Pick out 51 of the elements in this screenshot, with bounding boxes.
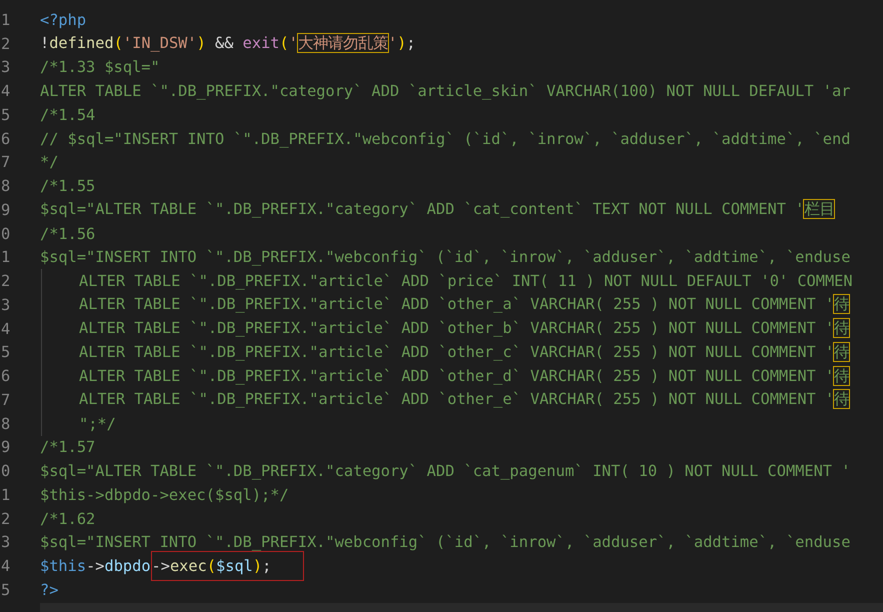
line-number: 2 xyxy=(0,510,12,528)
code-line: ALTER TABLE `".DB_PREFIX."article` ADD `other_b` VARCHAR( 255 ) NOT NULL COMMENT '待 xyxy=(79,318,850,340)
code-line: /*1.54 xyxy=(40,106,96,124)
code-line: ALTER TABLE `".DB_PREFIX."article` ADD `other_d` VARCHAR( 255 ) NOT NULL COMMENT '待 xyxy=(79,366,850,387)
line-number: 5 xyxy=(0,343,12,362)
code-line: /*1.57 xyxy=(40,438,96,456)
line-number: 6 xyxy=(0,367,12,386)
code-line: /*1.55 xyxy=(40,177,96,196)
line-number: 4 xyxy=(0,320,12,338)
code-line: */ xyxy=(40,153,58,172)
line-number: 7 xyxy=(0,153,12,172)
line-number: 7 xyxy=(0,390,12,409)
code-line: ";*/ xyxy=(79,414,116,433)
code-line: /*1.33 $sql=" xyxy=(40,58,160,76)
code-line: $this->dbpdo->exec($sql);*/ xyxy=(40,486,289,504)
line-number: 2 xyxy=(0,34,12,53)
code-line: $sql="INSERT INTO `".DB_PREFIX."webconfig` (`id`, `inrow`, `adduser`, `addtime`, `enduse xyxy=(40,533,850,552)
code-line: ALTER TABLE `".DB_PREFIX."article` ADD `other_c` VARCHAR( 255 ) NOT NULL COMMENT '待 xyxy=(79,342,850,363)
code-line: ALTER TABLE `".DB_PREFIX."article` ADD `price` INT( 11 ) NOT NULL DEFAULT '0' COMMEN xyxy=(79,272,853,290)
line-number: 8 xyxy=(0,177,12,196)
line-number: 1 xyxy=(0,10,12,29)
line-number: 4 xyxy=(0,82,12,100)
line-number: 3 xyxy=(0,296,12,314)
code-line: $this->dbpdo xyxy=(40,557,151,576)
code-line: /*1.62 xyxy=(40,510,96,528)
code-line: ALTER TABLE `".DB_PREFIX."article` ADD `other_a` VARCHAR( 255 ) NOT NULL COMMENT '待 xyxy=(79,294,850,316)
line-number: 2 xyxy=(0,272,12,290)
code-line: $sql="ALTER TABLE `".DB_PREFIX."category` ADD `cat_pagenum` INT( 10 ) NOT NULL COMMENT ' xyxy=(40,462,850,480)
code-line: $sql="INSERT INTO `".DB_PREFIX."webconfig` (`id`, `inrow`, `adduser`, `addtime`, `enduse xyxy=(40,248,850,266)
line-number: 5 xyxy=(0,106,12,124)
code-line: !defined('IN_DSW') && exit('大神请勿乱策'); xyxy=(40,33,416,54)
code-line: /*1.56 xyxy=(40,224,96,243)
line-number: 0 xyxy=(0,462,12,480)
line-number: 3 xyxy=(0,533,12,552)
code-line: ?> xyxy=(40,580,58,599)
annotation-box: ->exec($sql); xyxy=(150,551,304,582)
code-line: <?php xyxy=(40,10,86,29)
line-number: 1 xyxy=(0,248,12,266)
line-number: 5 xyxy=(0,580,12,599)
line-number: 1 xyxy=(0,486,12,504)
code-line: $sql="ALTER TABLE `".DB_PREFIX."category` ADD `cat_content` TEXT NOT NULL COMMENT '栏目 xyxy=(40,199,834,220)
line-number: 8 xyxy=(0,414,12,433)
code-line: ALTER TABLE `".DB_PREFIX."article` ADD `other_e` VARCHAR( 255 ) NOT NULL COMMENT '待 xyxy=(79,389,850,410)
line-number: 0 xyxy=(0,224,12,243)
code-line: ALTER TABLE `".DB_PREFIX."category` ADD `article_skin` VARCHAR(100) NOT NULL DEFAULT 'ar xyxy=(40,82,850,100)
line-number: 4 xyxy=(0,557,12,576)
line-number: 6 xyxy=(0,130,12,148)
code-line: // $sql="INSERT INTO `".DB_PREFIX."webconfig` (`id`, `inrow`, `adduser`, `addtime`, `end xyxy=(40,130,850,148)
line-number: 3 xyxy=(0,58,12,76)
line-number: 9 xyxy=(0,200,12,219)
line-number: 9 xyxy=(0,438,12,456)
